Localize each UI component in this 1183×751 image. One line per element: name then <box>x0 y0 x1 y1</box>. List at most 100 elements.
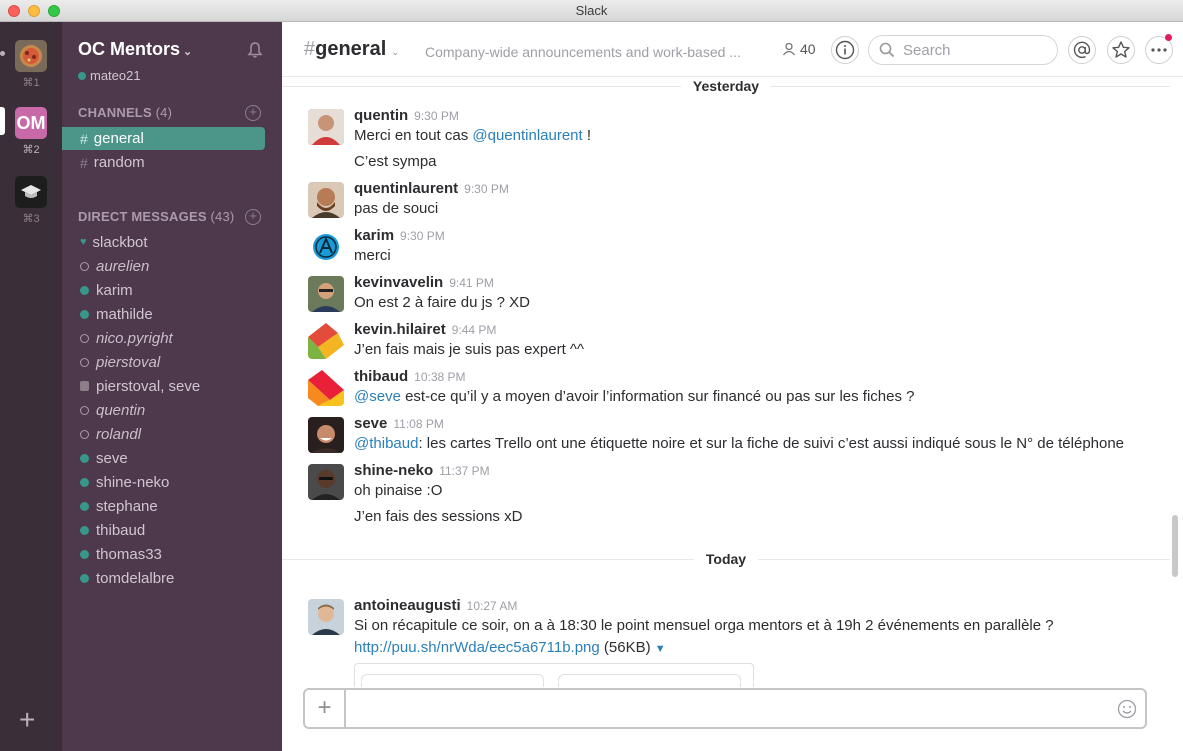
message-text: @thibaud: les cartes Trello ont une étiq… <box>354 435 1125 452</box>
mentions-button[interactable] <box>1068 36 1096 64</box>
sidebar-dm-aurelien[interactable]: aurelien <box>62 255 265 277</box>
avatar[interactable] <box>308 599 344 635</box>
message-text: Si on récapitule ce soir, on a à 18:30 l… <box>354 617 1054 634</box>
avatar[interactable] <box>308 464 344 500</box>
presence-online-icon <box>80 573 89 583</box>
presence-online-icon <box>80 477 89 487</box>
avatar[interactable] <box>308 182 344 218</box>
message-time[interactable]: 11:08 PM <box>393 417 443 431</box>
sidebar-dm-mathilde[interactable]: mathilde <box>62 303 265 325</box>
title-bar: Slack <box>0 0 1183 22</box>
message-author[interactable]: thibaud <box>354 368 408 385</box>
message-text: merci <box>354 247 391 264</box>
channel-info-button[interactable] <box>831 36 859 64</box>
sidebar-dm-rolandl[interactable]: rolandl <box>62 423 265 445</box>
search-input[interactable]: Search <box>868 35 1058 65</box>
window-controls <box>8 5 60 17</box>
sidebar-dm-slackbot[interactable]: ♥ slackbot <box>62 231 265 253</box>
sidebar-dm-nico-pyright[interactable]: nico.pyright <box>62 327 265 349</box>
sidebar-dm-tomdelalbre[interactable]: tomdelalbre <box>62 567 265 589</box>
message-time[interactable]: 10:27 AM <box>467 599 518 613</box>
avatar[interactable] <box>308 370 344 406</box>
presence-online-icon <box>78 71 86 80</box>
message-author[interactable]: antoineaugusti <box>354 597 461 614</box>
sidebar: OC Mentors ⌄ mateo21 CHANNELS (4) + # gene… <box>62 22 282 751</box>
channels-header-title: CHANNELS <box>78 105 152 120</box>
caret-down-icon[interactable]: ▼ <box>655 643 666 655</box>
add-dm-icon[interactable]: + <box>245 209 261 225</box>
current-user[interactable]: mateo21 <box>78 68 141 83</box>
image-preview[interactable] <box>354 663 754 687</box>
user-mention[interactable]: @thibaud <box>354 435 418 452</box>
message-author[interactable]: quentinlaurent <box>354 180 458 197</box>
message-time[interactable]: 9:30 PM <box>414 109 459 123</box>
channel-topic[interactable]: Company-wide announcements and work-base… <box>425 44 760 60</box>
current-user-name: mateo21 <box>90 68 141 83</box>
message-text: J’en fais mais je suis pas expert ^^ <box>354 341 585 358</box>
message-author[interactable]: kevinvavelin <box>354 274 443 291</box>
avatar[interactable] <box>308 276 344 312</box>
maximize-window-button[interactable] <box>48 5 60 17</box>
message-time[interactable]: 11:37 PM <box>439 464 489 478</box>
emoji-icon[interactable] <box>1117 699 1137 719</box>
channel-title[interactable]: #general ⌄ <box>304 38 400 61</box>
member-count-button[interactable]: 40 <box>782 41 816 57</box>
sidebar-dm-thomas33[interactable]: thomas33 <box>62 543 265 565</box>
avatar[interactable] <box>308 323 344 359</box>
message-author[interactable]: seve <box>354 415 387 432</box>
message-time[interactable]: 9:30 PM <box>464 182 509 196</box>
presence-online-icon <box>80 525 89 535</box>
user-mention[interactable]: @seve <box>354 388 401 405</box>
message-input[interactable] <box>349 696 1099 721</box>
graduation-cap-icon <box>21 185 41 198</box>
dm-header[interactable]: DIRECT MESSAGES (43) <box>78 209 234 224</box>
scrollbar[interactable] <box>1172 90 1178 685</box>
sidebar-dm-seve[interactable]: seve <box>62 447 265 469</box>
message-text: J’en fais des sessions xD <box>354 508 523 525</box>
scrollbar-thumb[interactable] <box>1172 515 1178 577</box>
team-menu[interactable]: OC Mentors ⌄ <box>78 39 192 60</box>
message-time[interactable]: 9:44 PM <box>452 323 497 337</box>
user-mention[interactable]: @quentinlaurent <box>472 127 582 144</box>
attach-file-button[interactable]: + <box>305 690 346 727</box>
presence-away-icon <box>80 405 89 415</box>
message-author[interactable]: quentin <box>354 107 408 124</box>
team-2[interactable]: OM ⌘2 <box>14 107 48 156</box>
avatar[interactable] <box>308 417 344 453</box>
message-author[interactable]: karim <box>354 227 394 244</box>
sidebar-dm-thibaud[interactable]: thibaud <box>62 519 265 541</box>
chevron-down-icon: ⌄ <box>391 47 400 58</box>
sidebar-dm-pierstoval[interactable]: pierstoval <box>62 351 265 373</box>
team-1[interactable]: ⌘1 <box>14 40 48 89</box>
message-time[interactable]: 9:41 PM <box>449 276 494 290</box>
sidebar-channel-random[interactable]: # random <box>62 151 265 174</box>
close-window-button[interactable] <box>8 5 20 17</box>
sidebar-dm-shine-neko[interactable]: shine-neko <box>62 471 265 493</box>
notification-badge <box>1165 34 1172 41</box>
sidebar-dm-karim[interactable]: karim <box>62 279 265 301</box>
add-team-icon[interactable]: + <box>19 706 35 734</box>
add-channel-icon[interactable]: + <box>245 105 261 121</box>
dm-name: tomdelalbre <box>96 569 175 587</box>
file-link[interactable]: http://puu.sh/nrWda/eec5a6711b.png <box>354 639 600 656</box>
team-2-shortcut: ⌘2 <box>22 144 40 156</box>
team-3[interactable]: ⌘3 <box>14 176 48 225</box>
avatar[interactable] <box>308 109 344 145</box>
bell-icon[interactable] <box>246 41 264 59</box>
starred-button[interactable] <box>1107 36 1135 64</box>
message-time[interactable]: 10:38 PM <box>414 370 465 384</box>
sidebar-channel-general[interactable]: # general <box>62 127 265 150</box>
minimize-window-button[interactable] <box>28 5 40 17</box>
dm-name: aurelien <box>96 257 150 275</box>
avatar[interactable] <box>308 229 344 265</box>
more-dots-icon <box>1151 48 1167 52</box>
sidebar-dm-pierstoval-seve[interactable]: pierstoval, seve <box>62 375 265 397</box>
message-author[interactable]: shine-neko <box>354 462 433 479</box>
presence-away-icon <box>80 357 89 367</box>
channels-header[interactable]: CHANNELS (4) <box>78 105 172 120</box>
presence-online-icon <box>80 285 89 295</box>
message-time[interactable]: 9:30 PM <box>400 229 445 243</box>
message-author[interactable]: kevin.hilairet <box>354 321 446 338</box>
sidebar-dm-quentin[interactable]: quentin <box>62 399 265 421</box>
sidebar-dm-stephane[interactable]: stephane <box>62 495 265 517</box>
